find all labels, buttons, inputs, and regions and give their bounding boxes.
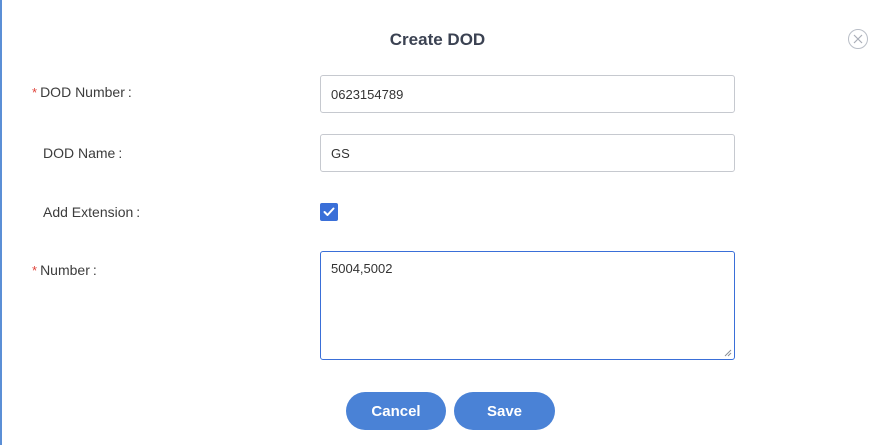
add-extension-label: Add Extension: — [43, 204, 140, 220]
create-dod-dialog: Create DOD *DOD Number: DOD Name: Add Ex… — [0, 0, 873, 445]
number-textarea[interactable]: 5004,5002 — [320, 251, 735, 360]
label-colon: : — [127, 84, 132, 100]
dod-name-label-text: DOD Name — [43, 145, 116, 161]
label-colon: : — [136, 204, 141, 220]
required-mark: * — [32, 85, 38, 100]
dod-number-input[interactable] — [320, 75, 735, 113]
dod-number-label: * DOD Number: — [32, 84, 132, 100]
label-colon: : — [92, 262, 97, 278]
dod-name-input[interactable] — [320, 134, 735, 172]
close-icon — [853, 34, 863, 44]
check-icon — [323, 207, 335, 216]
dialog-title: Create DOD — [389, 30, 486, 49]
label-colon: : — [118, 145, 123, 161]
dod-name-label: DOD Name: — [43, 145, 122, 161]
number-label-text: Number — [40, 262, 90, 278]
number-label: * Number: — [32, 262, 97, 278]
close-button[interactable] — [848, 29, 868, 49]
save-button[interactable]: Save — [454, 392, 555, 430]
cancel-button[interactable]: Cancel — [346, 392, 446, 430]
resize-handle-icon[interactable] — [722, 347, 732, 357]
add-extension-label-text: Add Extension — [43, 204, 134, 220]
required-mark: * — [32, 263, 38, 278]
dod-number-label-text: DOD Number — [40, 84, 125, 100]
add-extension-checkbox[interactable] — [320, 203, 338, 221]
